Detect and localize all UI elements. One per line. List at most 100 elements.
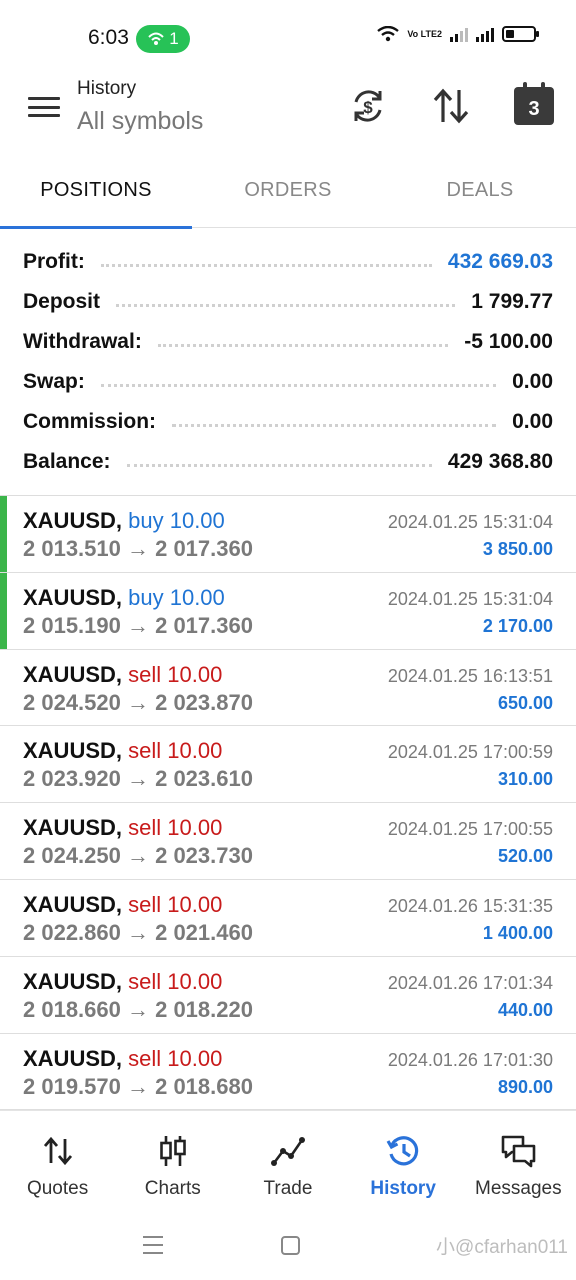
deal-time: 2024.01.25 16:13:51 — [387, 665, 553, 686]
deal-symbol: XAUUSD, buy 10.00 — [23, 508, 225, 533]
summary-label: Profit: — [23, 250, 85, 273]
deal-prices: 2 024.520 → 2 023.870 — [23, 689, 253, 715]
deal-time: 2024.01.25 15:31:04 — [387, 512, 553, 532]
charts-icon — [159, 1136, 186, 1166]
wifi-icon — [377, 26, 400, 42]
leader-dots — [172, 423, 497, 427]
summary-row-profit: Profit: 432 669.03 — [0, 242, 576, 282]
history-summary: Profit: 432 669.03 Deposit 1 799.77 With… — [0, 242, 576, 482]
deal-profit: 3 850.00 — [482, 539, 553, 559]
list-item[interactable]: XAUUSD, sell 10.00 2 019.570 → 2 018.680… — [0, 1034, 576, 1111]
list-item[interactable]: XAUUSD, sell 10.00 2 018.660 → 2 018.220… — [0, 957, 576, 1034]
nav-history[interactable]: History — [346, 1111, 461, 1211]
deal-prices: 2 023.920 → 2 023.610 — [23, 766, 253, 792]
leader-dots — [157, 343, 449, 347]
deal-time: 2024.01.25 17:00:59 — [387, 742, 553, 763]
deal-side: sell 10.00 — [128, 815, 223, 841]
deal-profit: 520.00 — [497, 846, 553, 867]
nav-label: Trade — [263, 1178, 313, 1199]
summary-value: -5 100.00 — [464, 330, 553, 353]
list-item[interactable]: XAUUSD, buy 10.00 2 013.510 → 2 017.360 … — [0, 496, 576, 573]
tab-positions[interactable]: POSITIONS — [0, 152, 192, 229]
summary-label: Withdrawal: — [23, 330, 142, 353]
nav-messages[interactable]: Messages — [461, 1111, 576, 1211]
hotspot-indicator[interactable]: 1 — [136, 25, 190, 53]
leader-dots — [116, 303, 456, 307]
calendar-icon[interactable]: 3 — [514, 82, 554, 125]
deal-prices: 2 019.570 → 2 018.680 — [23, 1073, 253, 1099]
summary-value: 0.00 — [512, 410, 553, 433]
deal-side: sell 10.00 — [128, 661, 223, 687]
deal-time: 2024.01.26 17:01:34 — [387, 972, 553, 993]
deal-profit: 2 170.00 — [482, 615, 553, 636]
deal-side: buy 10.00 — [128, 508, 225, 533]
list-item[interactable]: XAUUSD, sell 10.00 2 022.860 → 2 021.460… — [0, 880, 576, 957]
svg-text:$: $ — [363, 98, 373, 117]
status-time: 6:03 — [88, 26, 129, 49]
signal-icon — [450, 26, 468, 42]
summary-row-deposit: Deposit 1 799.77 — [0, 282, 576, 322]
deal-prices: 2 015.190 → 2 017.360 — [23, 612, 253, 638]
deal-symbol: XAUUSD, sell 10.00 — [23, 1045, 223, 1071]
deal-time: 2024.01.26 15:31:35 — [387, 895, 553, 916]
deal-time: 2024.01.26 17:01:30 — [387, 1049, 553, 1070]
quotes-icon — [43, 1136, 72, 1166]
tab-deals[interactable]: DEALS — [384, 152, 576, 228]
nav-quotes[interactable]: Quotes — [0, 1111, 115, 1211]
deal-profit: 1 400.00 — [482, 922, 553, 943]
summary-row-swap: Swap: 0.00 — [0, 362, 576, 402]
list-item[interactable]: XAUUSD, sell 10.00 2 023.920 → 2 023.610… — [0, 726, 576, 804]
tab-orders[interactable]: ORDERS — [192, 152, 384, 228]
nav-trade[interactable]: Trade — [230, 1111, 345, 1211]
nav-charts[interactable]: Charts — [115, 1111, 230, 1211]
messages-icon — [502, 1135, 536, 1168]
summary-label: Commission: — [23, 410, 157, 433]
hotspot-icon — [148, 32, 164, 45]
deal-profit: 650.00 — [497, 692, 553, 713]
status-icons: Vo LTE2 — [377, 26, 539, 42]
summary-value: 432 669.03 — [447, 250, 553, 273]
deal-side: sell 10.00 — [128, 968, 223, 994]
summary-label: Balance: — [23, 450, 111, 473]
recent-apps-icon[interactable] — [143, 1236, 163, 1254]
watermark: 小@cfarhan011 — [436, 1237, 568, 1258]
deal-prices: 2 022.860 → 2 021.460 — [23, 919, 253, 945]
deal-symbol: XAUUSD, sell 10.00 — [23, 815, 223, 841]
nav-label: History — [370, 1178, 436, 1199]
sort-icon[interactable] — [431, 86, 471, 126]
summary-value: 0.00 — [512, 370, 553, 393]
leader-dots — [100, 263, 432, 267]
deal-symbol: XAUUSD, sell 10.00 — [23, 738, 223, 764]
history-tabs: POSITIONS ORDERS DEALS — [0, 152, 576, 229]
summary-row-balance: Balance: 429 368.80 — [0, 442, 576, 482]
summary-label: Swap: — [23, 370, 85, 393]
deal-side: sell 10.00 — [128, 738, 223, 764]
hamburger-menu-icon[interactable] — [26, 92, 62, 122]
leader-dots — [126, 463, 432, 467]
deal-symbol: XAUUSD, sell 10.00 — [23, 968, 223, 994]
list-item[interactable]: XAUUSD, sell 10.00 2 024.250 → 2 023.730… — [0, 803, 576, 880]
summary-label: Deposit — [23, 290, 101, 313]
leader-dots — [100, 383, 497, 387]
deal-symbol: XAUUSD, sell 10.00 — [23, 661, 223, 687]
deal-side: sell 10.00 — [128, 891, 223, 917]
home-icon[interactable] — [281, 1236, 300, 1255]
signal-icon-2 — [476, 26, 494, 42]
list-item[interactable]: XAUUSD, buy 10.00 2 015.190 → 2 017.360 … — [0, 572, 576, 650]
deal-symbol: XAUUSD, buy 10.00 — [23, 584, 225, 610]
nav-label: Quotes — [26, 1178, 89, 1199]
deal-profit: 440.00 — [497, 999, 553, 1020]
deal-prices: 2 024.250 → 2 023.730 — [23, 843, 253, 869]
list-item[interactable]: XAUUSD, sell 10.00 2 024.520 → 2 023.870… — [0, 650, 576, 727]
nav-label: Charts — [144, 1178, 201, 1199]
page-title: History — [77, 78, 137, 99]
status-bar: 6:03 1 Vo LTE2 — [0, 0, 576, 72]
currency-exchange-icon[interactable]: $ — [348, 86, 388, 126]
volte-icon: Vo LTE2 — [407, 28, 442, 39]
summary-row-withdrawal: Withdrawal: -5 100.00 — [0, 322, 576, 362]
deal-side: buy 10.00 — [128, 584, 225, 610]
deal-profit: 310.00 — [497, 769, 553, 790]
position-list: XAUUSD, buy 10.00 2 013.510 → 2 017.360 … — [0, 496, 576, 1111]
symbol-filter[interactable]: All symbols — [77, 107, 203, 136]
app-toolbar: History All symbols $ 3 — [0, 72, 576, 152]
